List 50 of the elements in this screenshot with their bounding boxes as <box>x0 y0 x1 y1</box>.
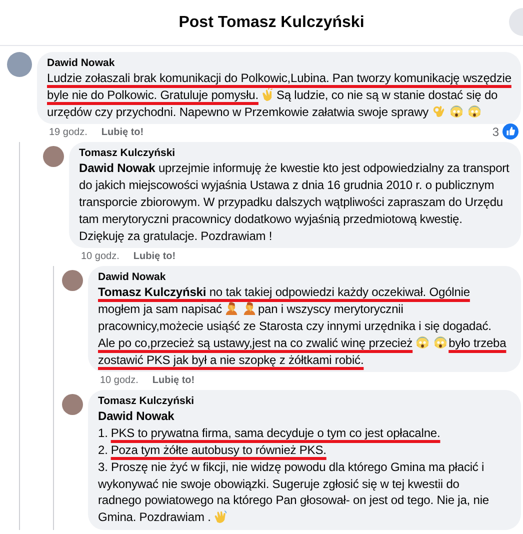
comment-text: Gmina. Pozdrawiam . <box>98 510 211 524</box>
mention-link[interactable]: Dawid Nowak <box>98 409 174 424</box>
comment-text: Poza tym żółte autobusy to również PKS. <box>110 442 326 457</box>
comment-text: Są ludzie, co nie są w stanie dostać się do <box>276 88 498 102</box>
comment-text: Dziękuję za gratulacje. Pozdrawiam ! <box>79 228 272 243</box>
comment-text: 1. <box>98 426 108 440</box>
avatar[interactable] <box>62 270 83 292</box>
screaming-face-icon <box>434 336 447 349</box>
screaming-face-icon <box>416 336 429 349</box>
like-link[interactable]: Lubię to! <box>152 374 195 388</box>
comment-text: Tomasz Kulczyński no tak takiej odpowiedzi każdy oczekiwał. Ogólnie <box>98 285 470 300</box>
screaming-face-icon <box>450 104 463 118</box>
screaming-face-icon <box>468 104 481 118</box>
timestamp[interactable]: 10 godz. <box>100 374 138 388</box>
like-link[interactable]: Lubię to! <box>101 126 144 140</box>
ok-hand-icon <box>432 104 445 118</box>
comment-text: do jakich miejscowości wyjaśnia Ustawa z dnia 16 grudnia 2010 r. o publicznym <box>79 178 494 192</box>
comment-text: PKS to prywatna firma, sama decyduje o tym co jest opłacalne. <box>110 426 440 440</box>
facepalm-person-icon <box>242 302 256 316</box>
comment-text: Dawid Nowak uprzejmie informuję że kwestie kto jest odpowiedzialny za transport <box>79 161 510 176</box>
comment-text: 3. Proszę nie żyć w fikcji, nie widzę powodu dla którego Gmina ma płacić i <box>98 460 484 474</box>
avatar[interactable] <box>7 52 32 77</box>
timestamp[interactable]: 10 godz. <box>81 250 120 264</box>
author-name[interactable]: Dawid Nowak <box>47 56 513 70</box>
comment-text: pracownicy,możecie usiąść ze Starosta czy innymi urzędnika i się dogadać. <box>98 318 492 333</box>
comment-text: Ludzie zołaszali brak komunikacji do Polkowic,Lubina. Pan tworzy komunikację wszędzie <box>47 71 512 85</box>
avatar[interactable] <box>43 146 64 168</box>
comment-text: 2. <box>98 442 108 457</box>
comment-text: byle nie do Polkowic. Gratuluje pomysłu. <box>47 88 258 102</box>
comment-text: transporcie zbiorowym. W przypadku dalszych wątpliwości zapraszam do Urzędu <box>79 194 503 209</box>
comment-text: było trzeba <box>448 336 506 350</box>
comment-text: Ale po co,przecież są ustawy,jest na co zwalić winę przecież <box>98 336 413 350</box>
timestamp[interactable]: 19 godz. <box>49 126 88 140</box>
like-icon[interactable] <box>502 123 519 140</box>
author-name[interactable]: Dawid Nowak <box>98 270 513 284</box>
author-name[interactable]: Tomasz Kulczyński <box>79 146 513 160</box>
post-title: Post Tomasz Kulczyński <box>178 14 364 32</box>
author-name[interactable]: Tomasz Kulczyński <box>98 394 513 408</box>
comment-text: urzędów czy przychodni. Napewno w Przemkowie załatwia swoje sprawy <box>47 104 429 119</box>
like-link[interactable]: Lubię to! <box>133 250 176 264</box>
comment-text: zostawić PKS jak był a nie szopkę z żółtkami robić. <box>98 352 364 367</box>
comment-text: pan i wszyscy merytorycznii <box>258 302 404 316</box>
avatar[interactable] <box>62 394 83 416</box>
waving-hand-icon <box>214 510 227 524</box>
facepalm-person-icon <box>224 302 238 316</box>
comment-text: wykonywać nie swoje obowiązki. Sugeruje zgłosić się w tej kwestii do <box>98 476 460 491</box>
comment-text: mogłem ja sam napisać <box>98 302 222 316</box>
comment-text: radnego powiatowego na którego Pan głosował- on jest od tego. Nie ja, nie <box>98 493 489 508</box>
reaction-count: 3 <box>492 124 499 139</box>
comment-text: tam merytoryczni pracownicy dodatkowo wyjaśnią przedmiotową kwestię. <box>79 212 462 226</box>
